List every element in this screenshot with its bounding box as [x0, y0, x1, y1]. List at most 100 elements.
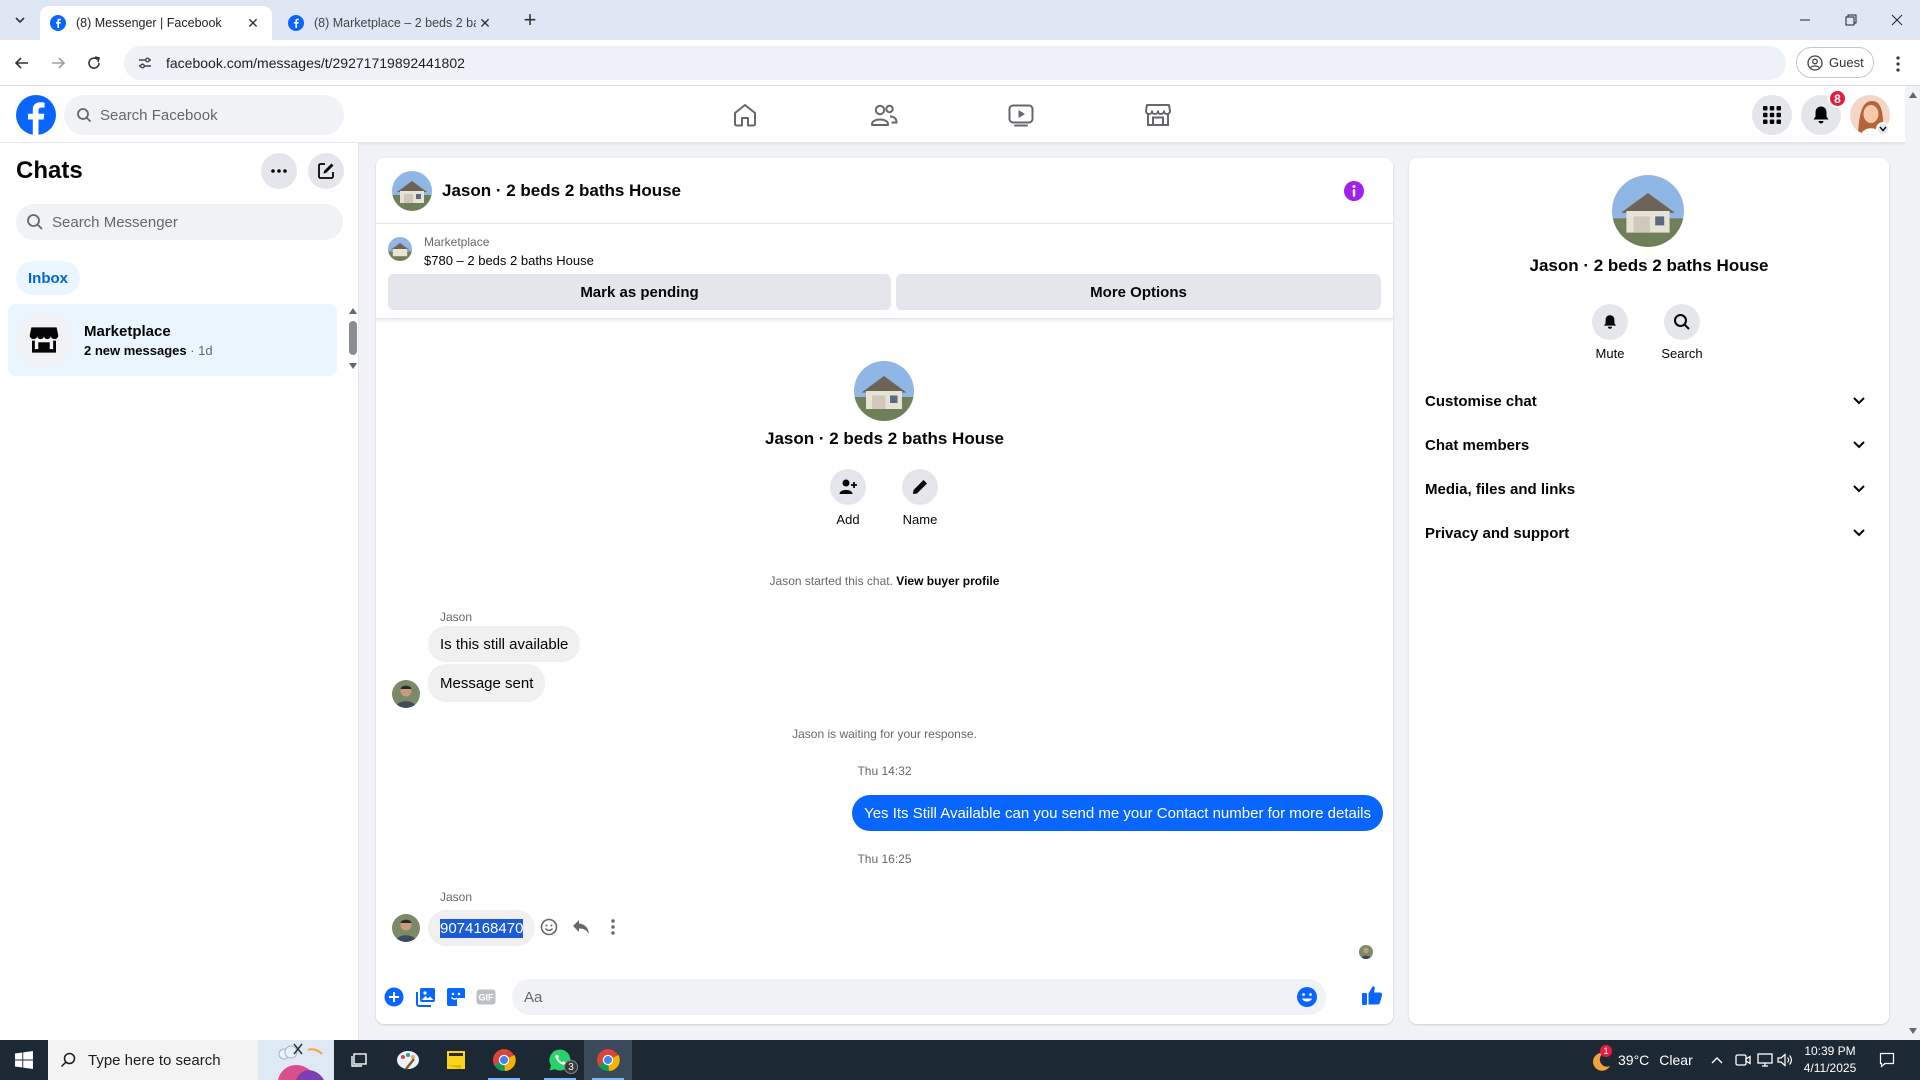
emoji-icon[interactable]	[1296, 986, 1318, 1008]
network-icon[interactable]	[1756, 1051, 1774, 1069]
restore-button[interactable]	[1828, 0, 1874, 40]
conversation-avatar[interactable]	[392, 170, 432, 211]
facebook-favicon-icon	[50, 15, 66, 31]
sidebar-scroll-up[interactable]	[349, 308, 357, 314]
tab-marketplace[interactable]: (8) Marketplace – 2 beds 2 bath ✕	[278, 6, 504, 40]
site-info-icon[interactable]	[134, 52, 156, 74]
profile-guest-button[interactable]: Guest	[1796, 47, 1874, 78]
phone-number-text[interactable]: 9074168470	[440, 918, 524, 938]
add-member-action[interactable]: Add	[818, 469, 878, 527]
account-menu-chevron[interactable]	[1876, 122, 1890, 136]
task-view-button[interactable]	[336, 1040, 384, 1080]
reply-button[interactable]	[568, 914, 594, 940]
taskbar-app-sticky-notes[interactable]	[432, 1040, 480, 1080]
outgoing-message[interactable]: Yes Its Still Available can you send me …	[852, 795, 1383, 831]
page-scroll-up[interactable]	[1909, 92, 1917, 98]
new-message-button[interactable]	[308, 153, 344, 189]
taskbar-app-chrome[interactable]	[480, 1040, 528, 1080]
conversation-info-button[interactable]	[1343, 180, 1365, 202]
row-label: Chat members	[1425, 436, 1530, 454]
facebook-logo[interactable]	[16, 95, 56, 135]
edit-name-action[interactable]: Name	[890, 469, 950, 527]
more-horizontal-icon	[271, 169, 287, 173]
taskbar-search-box[interactable]: Type here to search	[48, 1040, 334, 1080]
mute-action[interactable]: Mute	[1580, 304, 1640, 361]
more-message-actions-button[interactable]	[600, 914, 626, 940]
close-window-button[interactable]	[1874, 0, 1920, 40]
tab-search-icon[interactable]	[8, 8, 32, 32]
messenger-search-box[interactable]	[16, 204, 343, 240]
taskbar-app-whatsapp[interactable]: 3	[536, 1040, 584, 1080]
listing-title[interactable]: $780 – 2 beds 2 baths House	[424, 253, 594, 268]
house-photo-icon	[392, 170, 432, 211]
chat-started-text: Jason started this chat.	[769, 574, 897, 588]
privacy-support-row[interactable]: Privacy and support	[1425, 513, 1873, 553]
nav-friends[interactable]	[829, 90, 939, 140]
react-button[interactable]	[536, 914, 562, 940]
gif-button[interactable]: GIF	[472, 983, 500, 1011]
address-bar[interactable]: facebook.com/messages/t/2927171989244180…	[124, 46, 1786, 80]
close-tab-icon[interactable]: ✕	[476, 14, 494, 32]
listing-thumbnail[interactable]	[388, 237, 412, 261]
incoming-message[interactable]: Is this still available	[428, 626, 581, 662]
close-tab-icon[interactable]: ✕	[244, 14, 262, 32]
nav-video[interactable]	[966, 90, 1076, 140]
mark-as-pending-button[interactable]: Mark as pending	[388, 274, 891, 310]
chats-options-button[interactable]	[261, 153, 297, 189]
chat-list-item[interactable]: Marketplace 2 new messages · 1d	[8, 304, 337, 376]
more-actions-button[interactable]	[380, 983, 408, 1011]
sidebar-scrollbar[interactable]	[349, 321, 357, 355]
browser-menu-button[interactable]	[1886, 52, 1910, 76]
taskbar-clock[interactable]: 10:39 PM 4/11/2025	[1790, 1043, 1870, 1077]
menu-grid-button[interactable]	[1752, 95, 1792, 135]
more-options-button[interactable]: More Options	[896, 274, 1381, 310]
incoming-message[interactable]: Message sent	[428, 664, 546, 702]
row-label: Privacy and support	[1425, 524, 1570, 542]
jason-avatar[interactable]	[392, 914, 420, 942]
add-label: Add	[836, 512, 860, 527]
new-tab-button[interactable]: +	[518, 7, 542, 32]
sticker-icon	[447, 988, 465, 1006]
send-like-button[interactable]	[1358, 981, 1386, 1009]
meet-now-icon[interactable]	[1734, 1051, 1752, 1069]
tab-title: (8) Messenger | Facebook	[76, 16, 222, 30]
customise-chat-row[interactable]: Customise chat	[1425, 381, 1873, 421]
weather-alert-badge: 1	[1600, 1045, 1612, 1057]
conversation-title: Jason · 2 beds 2 baths House	[442, 180, 682, 200]
jason-avatar[interactable]	[392, 680, 420, 708]
chats-title: Chats	[16, 157, 83, 184]
chat-members-row[interactable]: Chat members	[1425, 425, 1873, 465]
chat-started-notice: Jason started this chat. View buyer prof…	[376, 574, 1393, 588]
view-buyer-profile-link[interactable]: View buyer profile	[896, 574, 999, 588]
search-in-chat-action[interactable]: Search	[1652, 304, 1712, 361]
forward-button[interactable]	[44, 49, 72, 77]
minimize-button[interactable]	[1782, 0, 1828, 40]
taskbar-app-chrome-active[interactable]	[584, 1040, 632, 1080]
page-scrollbar[interactable]	[1905, 86, 1920, 1040]
message-input-box[interactable]	[512, 979, 1326, 1015]
reload-button[interactable]	[80, 49, 108, 77]
more-vertical-icon	[611, 919, 615, 935]
weather-widget[interactable]: 39°C Clear	[1618, 1040, 1693, 1080]
sidebar-scroll-down[interactable]	[349, 363, 357, 369]
show-hidden-icons-button[interactable]	[1708, 1051, 1726, 1069]
facebook-search-box[interactable]	[64, 95, 344, 135]
start-button[interactable]	[0, 1040, 48, 1080]
nav-marketplace[interactable]	[1103, 90, 1213, 140]
facebook-search-input[interactable]	[100, 106, 344, 124]
sticker-button[interactable]	[442, 983, 470, 1011]
messenger-search-input[interactable]	[52, 213, 343, 231]
weather-widget-icon[interactable]: 1	[1588, 1045, 1612, 1073]
back-button[interactable]	[8, 49, 36, 77]
taskbar-app-paint[interactable]	[384, 1040, 432, 1080]
nav-home[interactable]	[690, 90, 800, 140]
incoming-message-phone[interactable]: 9074168470	[428, 910, 536, 946]
notification-center-button[interactable]	[1878, 1051, 1896, 1069]
media-files-links-row[interactable]: Media, files and links	[1425, 469, 1873, 509]
attach-photo-button[interactable]	[412, 983, 440, 1011]
tab-messenger[interactable]: (8) Messenger | Facebook ✕	[40, 6, 272, 40]
inbox-filter-tab[interactable]: Inbox	[16, 261, 80, 295]
temperature: 39°C	[1618, 1052, 1650, 1068]
page-scroll-down[interactable]	[1909, 1028, 1917, 1034]
message-input[interactable]	[524, 988, 1296, 1006]
